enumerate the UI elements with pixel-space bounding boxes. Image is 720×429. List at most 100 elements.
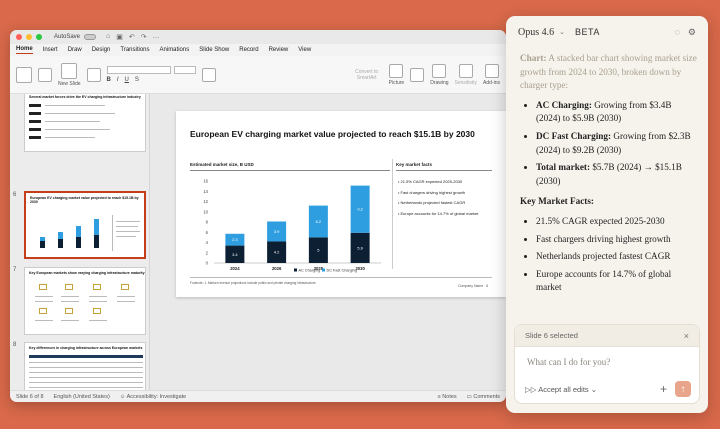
new-chat-icon[interactable]: ◌ bbox=[675, 27, 680, 38]
paste-icon bbox=[16, 66, 32, 83]
cut-button[interactable] bbox=[38, 67, 52, 82]
language-status[interactable]: English (United States) bbox=[54, 394, 110, 400]
y-tick-label: 14 bbox=[203, 189, 208, 194]
slide-thumbnail-7[interactable]: Key European markets show varying chargi… bbox=[24, 267, 146, 335]
tab-view[interactable]: View bbox=[298, 47, 311, 53]
tab-home[interactable]: Home bbox=[16, 46, 33, 54]
arrow-up-icon: ↑ bbox=[680, 383, 686, 395]
fact-item: Fast chargers driving highest growth bbox=[398, 190, 478, 195]
close-window-button[interactable] bbox=[16, 34, 22, 40]
selection-chip: Slide 6 selected × bbox=[515, 325, 699, 347]
strikethrough-icon[interactable]: S bbox=[135, 77, 139, 83]
y-tick-label: 16 bbox=[203, 179, 208, 184]
legend-label: AC Charging bbox=[299, 269, 321, 273]
redo-icon[interactable]: ↷ bbox=[141, 33, 147, 41]
underline-icon[interactable]: U bbox=[125, 77, 129, 83]
bullet-label: AC Charging: bbox=[536, 99, 592, 110]
convert-label: Convert to SmartArt bbox=[355, 68, 379, 81]
tab-animations[interactable]: Animations bbox=[160, 47, 190, 53]
slide-canvas[interactable]: European EV charging market value projec… bbox=[176, 111, 506, 297]
new-slide-button[interactable]: New Slide bbox=[58, 62, 81, 87]
paragraph-group[interactable] bbox=[201, 67, 216, 82]
picture-label: Picture bbox=[388, 79, 405, 86]
slide-thumbnails: Several market forces drive the EV charg… bbox=[10, 94, 150, 390]
y-tick-label: 4 bbox=[206, 240, 209, 245]
chevron-down-icon: ⌄ bbox=[590, 384, 598, 394]
zoom-window-button[interactable] bbox=[36, 34, 42, 40]
tab-slide-show[interactable]: Slide Show bbox=[199, 47, 229, 53]
convert-smartart-button[interactable]: Convert to SmartArt bbox=[351, 69, 383, 81]
plus-icon[interactable]: + bbox=[660, 382, 667, 396]
model-selector[interactable]: Opus 4.6 bbox=[518, 27, 554, 38]
accessibility-status[interactable]: ☺ Accessibility: Investigate bbox=[120, 394, 186, 400]
comments-button[interactable]: ▭ Comments bbox=[467, 394, 500, 400]
slide-thumbnail-5[interactable]: Several market forces drive the EV charg… bbox=[24, 94, 146, 152]
fact-item: Europe accounts for 14.7% of global mark… bbox=[398, 211, 479, 216]
drawing-button[interactable]: Drawing bbox=[430, 63, 449, 86]
font-family-select[interactable] bbox=[106, 66, 171, 74]
notes-button[interactable]: ≡ Notes bbox=[438, 394, 457, 400]
more-icon[interactable]: … bbox=[153, 33, 160, 41]
ribbon-home: New Slide BIUS Convert to SmartArt Pictu… bbox=[10, 56, 506, 94]
home-icon[interactable]: ⌂ bbox=[106, 33, 110, 41]
accept-edits-button[interactable]: ▷▷ Accept all edits ⌄ bbox=[525, 385, 597, 394]
accessibility-icon: ☺ bbox=[119, 393, 127, 400]
list-item: DC Fast Charging: Growing from $2.3B (20… bbox=[536, 130, 698, 157]
paste-button[interactable] bbox=[16, 66, 32, 83]
tab-draw[interactable]: Draw bbox=[68, 47, 82, 53]
addins-button[interactable]: Add-ins bbox=[483, 63, 500, 86]
play-icon: ▷▷ bbox=[525, 384, 539, 394]
font-size-select[interactable] bbox=[173, 66, 196, 74]
list-item: AC Charging: Growing from $3.4B (2024) t… bbox=[536, 99, 698, 126]
close-icon[interactable]: × bbox=[684, 331, 689, 341]
scissors-icon bbox=[38, 67, 52, 82]
thumbnail-title: Key European markets show varying chargi… bbox=[29, 271, 145, 275]
chart-description-text: A stacked bar chart showing market size … bbox=[520, 53, 697, 91]
slide-editor[interactable]: European EV charging market value projec… bbox=[150, 94, 506, 390]
assistant-message: Chart: A stacked bar chart showing marke… bbox=[520, 52, 698, 299]
tab-review[interactable]: Review bbox=[269, 47, 289, 53]
tab-insert[interactable]: Insert bbox=[43, 47, 58, 53]
x-tick-label: 2030 bbox=[355, 266, 365, 271]
slide-footnote: Footnote: 1. Market revenue projections … bbox=[190, 281, 316, 285]
bold-icon[interactable]: B bbox=[107, 77, 111, 83]
list-item: Europe accounts for 14.7% of global mark… bbox=[536, 268, 698, 295]
sensitivity-label: Sensitivity bbox=[454, 79, 478, 86]
send-button[interactable]: ↑ bbox=[675, 381, 691, 397]
italic-icon[interactable]: I bbox=[117, 77, 119, 83]
facts-heading: Key Market Facts: bbox=[520, 196, 594, 207]
save-icon[interactable]: ▣ bbox=[116, 33, 123, 41]
company-label: Company Name bbox=[458, 284, 484, 288]
shapes-button[interactable] bbox=[410, 67, 425, 82]
list-item: 21.5% CAGR expected 2025-2030 bbox=[536, 215, 698, 229]
slide-thumbnail-6[interactable]: European EV charging market value projec… bbox=[24, 191, 146, 259]
panel-header: Opus 4.6 ⌄ BETA ◌ ⚙ bbox=[506, 16, 708, 48]
beta-badge: BETA bbox=[575, 27, 600, 37]
prompt-input[interactable]: What can I do for you? bbox=[515, 347, 699, 377]
legend-label: DC Fast Charging bbox=[327, 269, 357, 273]
layout-button[interactable] bbox=[86, 67, 101, 82]
chart-label: Chart: bbox=[520, 53, 547, 63]
slide-counter: Slide 6 of 8 bbox=[16, 393, 44, 400]
sensitivity-button[interactable]: Sensitivity bbox=[454, 63, 478, 86]
notes-label: Notes bbox=[442, 393, 457, 400]
minimize-window-button[interactable] bbox=[26, 34, 32, 40]
addins-icon bbox=[484, 63, 499, 78]
picture-icon bbox=[389, 63, 404, 78]
facts-list: 21.5% CAGR expected 2025-2030 Fast charg… bbox=[520, 215, 698, 295]
y-tick-label: 8 bbox=[206, 220, 209, 225]
autosave-toggle[interactable] bbox=[84, 34, 97, 40]
picture-button[interactable]: Picture bbox=[388, 63, 405, 86]
undo-icon[interactable]: ↶ bbox=[129, 33, 135, 41]
chevron-down-icon[interactable]: ⌄ bbox=[559, 28, 565, 36]
shapes-icon bbox=[410, 67, 425, 82]
addins-label: Add-ins bbox=[483, 79, 500, 86]
slide-thumbnail-8[interactable]: Key differences in charging infrastructu… bbox=[24, 342, 146, 390]
tab-design[interactable]: Design bbox=[92, 47, 111, 53]
ribbon-tabs: Home Insert Draw Design Transitions Anim… bbox=[10, 44, 506, 56]
thumbnail-number: 8 bbox=[13, 342, 17, 348]
tab-record[interactable]: Record bbox=[239, 47, 258, 53]
tab-transitions[interactable]: Transitions bbox=[120, 47, 149, 53]
legend-swatch bbox=[294, 268, 297, 272]
gear-icon[interactable]: ⚙ bbox=[688, 27, 696, 38]
